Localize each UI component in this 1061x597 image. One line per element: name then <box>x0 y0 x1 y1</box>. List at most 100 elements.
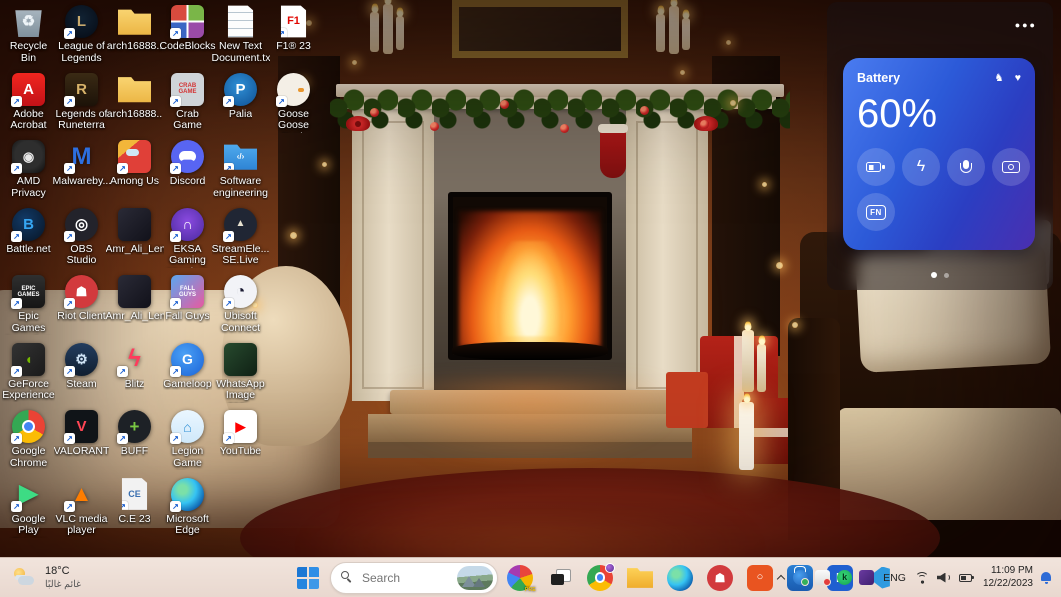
widget-conservation-mode-button[interactable] <box>857 148 895 186</box>
search-input[interactable] <box>360 570 436 586</box>
desktop-icon-label: Legends of Runeterra <box>55 109 108 133</box>
widget-fn-lock-button[interactable]: FN <box>857 193 895 231</box>
search-box[interactable] <box>330 562 498 594</box>
hearth-glow <box>380 378 680 464</box>
wifi-icon[interactable] <box>915 572 930 584</box>
red-bow <box>346 116 370 131</box>
shortcut-arrow-icon: ↗ <box>64 96 75 107</box>
folder-software-icon: ‹/›↗ <box>224 140 257 173</box>
desktop-icon-legion-game-shop[interactable]: ⌂↗Legion Game Shop <box>161 407 214 475</box>
onedrive-sync-tray-icon[interactable] <box>793 570 808 585</box>
taskbar-riot-client-button[interactable]: ☗ <box>702 560 738 596</box>
performance-mode-icon[interactable]: ♞ <box>994 72 1003 84</box>
shortcut-arrow-icon: ↗ <box>64 501 75 512</box>
purple-app-tray-icon[interactable] <box>859 570 874 585</box>
desktop-icon-among-us[interactable]: ↗Among Us <box>108 137 161 205</box>
desktop-icon-steam[interactable]: ⚙↗Steam <box>55 340 108 408</box>
desktop-icon-gameloop[interactable]: G↗Gameloop <box>161 340 214 408</box>
desktop-icon-folder-arch[interactable]: arch16888.. <box>108 2 161 70</box>
desktop-icon-f1-23[interactable]: F1↗F1® 23 <box>267 2 320 70</box>
notification-bell-icon[interactable] <box>1040 571 1053 585</box>
desktop-icon-youtube[interactable]: ▶↗YouTube <box>214 407 267 475</box>
desktop-icon-amd-privacy-view[interactable]: ◉↗AMD Privacy View <box>2 137 55 205</box>
taskbar-file-explorer-button[interactable] <box>622 560 658 596</box>
desktop-icon-recycle-bin[interactable]: ♻Recycle Bin <box>2 2 55 70</box>
shortcut-arrow-icon: ↗ <box>223 163 234 174</box>
valorant-icon: V↗ <box>65 410 98 443</box>
microsoft-edge-icon: ↗ <box>171 478 204 511</box>
desktop-icon-whatsapp-image[interactable]: WhatsApp Image 202... <box>214 340 267 408</box>
desktop-icon-ubisoft-connect[interactable]: ◔↗Ubisoft Connect <box>214 272 267 340</box>
desktop-icon-codeblocks[interactable]: ↗CodeBlocks <box>161 2 214 70</box>
desktop-icon-buff[interactable]: +↗BUFF <box>108 407 161 475</box>
desktop-icon-discord[interactable]: ↗Discord <box>161 137 214 205</box>
desktop-icon-label: Adobe Acrobat <box>2 109 55 133</box>
taskbar-google-chrome-button[interactable] <box>582 560 618 596</box>
desktop-icon-legends-of-runeterra[interactable]: R↗Legends of Runeterra <box>55 70 108 138</box>
taskbar-task-view-button[interactable] <box>542 560 578 596</box>
shortcut-arrow-icon: ↗ <box>223 433 234 444</box>
desktop-icon-label: Riot Client <box>57 311 105 323</box>
widget-rapid-charge-button[interactable]: ϟ <box>902 148 940 186</box>
pager-dot[interactable] <box>931 272 937 278</box>
desktop-icon-malwarebytes[interactable]: M↗Malwareby... <box>55 137 108 205</box>
desktop-icon-battle-net[interactable]: B↗Battle.net <box>2 205 55 273</box>
pager-dot[interactable] <box>944 273 949 278</box>
language-indicator[interactable]: ENG <box>881 570 908 586</box>
preview-badge: PRE <box>525 587 536 593</box>
desktop-icon-avatar-image[interactable]: Amr_Ali_Len... <box>108 205 161 273</box>
widget-microphone-button[interactable] <box>947 148 985 186</box>
desktop-icon-label: Crab Game <box>161 109 214 133</box>
widget-camera-button[interactable] <box>992 148 1030 186</box>
desktop-icon-eksa-headset[interactable]: ∩↗EKSA Gaming Headset <box>161 205 214 273</box>
clock[interactable]: 11:09 PM 12/22/2023 <box>983 565 1033 590</box>
battery-health-icon[interactable]: ♥ <box>1015 72 1021 84</box>
widget-more-menu[interactable]: ●●● <box>1015 20 1037 30</box>
bing-daily-image-button[interactable] <box>457 566 493 590</box>
kaspersky-tray-icon[interactable]: k <box>837 570 852 585</box>
taskbar-photos-preview-button[interactable]: PRE <box>502 560 538 596</box>
desktop-icon-blitz[interactable]: ϟ↗Blitz <box>108 340 161 408</box>
desktop-icon-crab-game[interactable]: CRAB GAME↗Crab Game <box>161 70 214 138</box>
desktop-icon-streamelements[interactable]: ▲↗StreamEle... SE.Live <box>214 205 267 273</box>
weather-widget-button[interactable]: 18°C غائم غالبًا <box>0 558 93 597</box>
desktop-icon-label: BUFF <box>121 446 148 458</box>
desktop-icon-label: AMD Privacy View <box>2 176 55 200</box>
desktop-icon-folder-arch[interactable]: arch16888.. <box>108 70 161 138</box>
desktop-icon-adobe-acrobat[interactable]: A↗Adobe Acrobat <box>2 70 55 138</box>
chrome-profile-badge <box>605 563 615 573</box>
desktop-icon-vlc[interactable]: ▲↗VLC media player <box>55 475 108 543</box>
shortcut-arrow-icon: ↗ <box>170 96 181 107</box>
desktop-icon-fall-guys[interactable]: FALL GUYS↗Fall Guys <box>161 272 214 340</box>
desktop-icon-epic-games[interactable]: EPIC GAMES↗Epic Games Launcher <box>2 272 55 340</box>
taskbar-microsoft-edge-button[interactable] <box>662 560 698 596</box>
desktop-icon-label: Gameloop <box>163 379 211 391</box>
wall-picture-frame <box>452 0 628 58</box>
discord-icon: ↗ <box>171 140 204 173</box>
firebox-fire <box>448 192 612 360</box>
desktop-icon-avatar-image[interactable]: Amr_Ali_Len... <box>108 272 161 340</box>
battery-widget-card[interactable]: Battery ♞♥ 60% ϟFN <box>843 58 1035 250</box>
desktop-icon-google-play-games[interactable]: ▶↗Google Play Games beta <box>2 475 55 543</box>
start-button[interactable] <box>290 560 326 596</box>
desktop-icon-valorant[interactable]: V↗VALORANT <box>55 407 108 475</box>
volume-icon[interactable] <box>937 572 951 584</box>
desktop-icon-goose-goose-duck[interactable]: ↗Goose Goose Duck <box>267 70 320 138</box>
desktop-icon-palia[interactable]: P↗Palia <box>214 70 267 138</box>
rapid-charge-icon: ϟ <box>917 158 925 176</box>
desktop-icon-geforce-experience[interactable]: ◖↗GeForce Experience <box>2 340 55 408</box>
desktop-icon-text-file[interactable]: New Text Document.txt <box>214 2 267 70</box>
app-notification-tray-icon[interactable] <box>815 570 830 585</box>
desktop-icon-google-chrome[interactable]: ↗Google Chrome <box>2 407 55 475</box>
desktop-icon-league-of-legends[interactable]: L↗League of Legends <box>55 2 108 70</box>
fireplace-surround <box>434 109 626 409</box>
battery-tray-icon[interactable] <box>958 572 976 583</box>
taskbar-ubuntu-button[interactable]: ○ <box>742 560 778 596</box>
desktop-icon-riot-client[interactable]: ☗↗Riot Client <box>55 272 108 340</box>
desktop-icon-microsoft-edge[interactable]: ↗Microsoft Edge <box>161 475 214 543</box>
desktop-icon-obs-studio[interactable]: ◎↗OBS Studio <box>55 205 108 273</box>
desktop-icon-folder-software[interactable]: ‹/›↗Software engineering <box>214 137 267 205</box>
clock-time: 11:09 PM <box>983 565 1033 578</box>
hidden-icons-chevron[interactable] <box>776 573 786 583</box>
desktop-icon-cheat-engine[interactable]: CE↗C.E 23 <box>108 475 161 543</box>
